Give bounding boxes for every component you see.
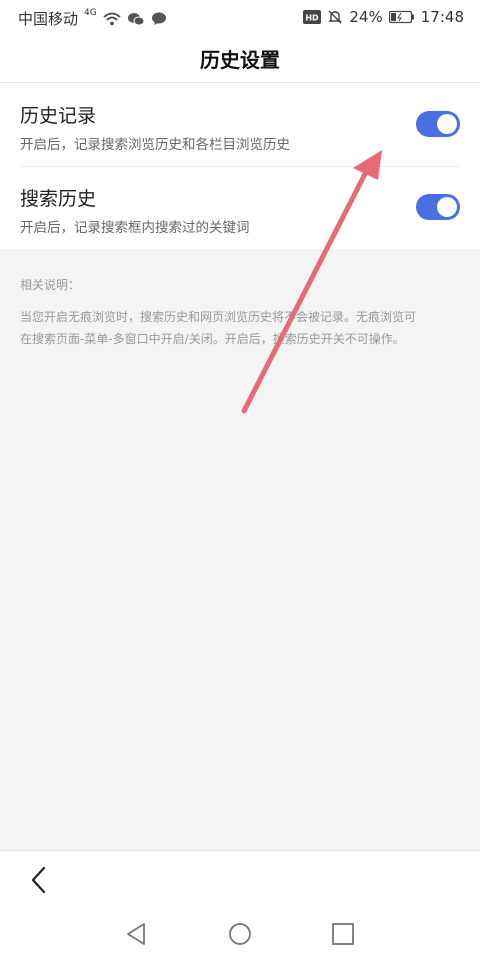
nav-recents-square-icon (332, 923, 354, 945)
nav-home-button[interactable] (227, 921, 253, 947)
annotation-arrow-icon (241, 150, 382, 414)
back-button[interactable] (26, 865, 54, 895)
nav-back-triangle-icon (127, 923, 145, 945)
bottom-bar (0, 850, 480, 961)
nav-back-button[interactable] (124, 921, 150, 947)
nav-recents-button[interactable] (330, 921, 356, 947)
chevron-left-icon (31, 866, 46, 894)
nav-home-circle-icon (229, 923, 251, 945)
